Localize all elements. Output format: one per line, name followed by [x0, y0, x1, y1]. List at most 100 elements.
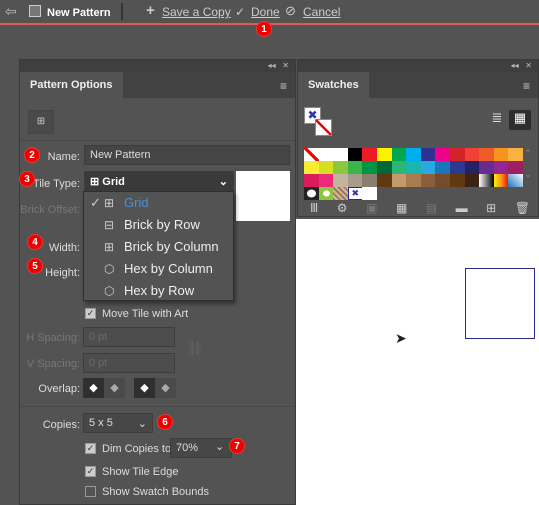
left-in-front-icon[interactable]: ◆ [83, 378, 104, 398]
swatch[interactable] [318, 187, 334, 200]
swatch[interactable] [333, 174, 349, 187]
swatch-scrollbar[interactable]: ⌃ ⌄ [522, 148, 534, 200]
swatch[interactable] [362, 161, 378, 174]
swatch[interactable] [464, 161, 480, 174]
tab-swatches[interactable]: Swatches [298, 72, 369, 98]
show-swatch-bounds-checkbox[interactable] [85, 486, 96, 497]
swatch[interactable] [420, 161, 436, 174]
link-spacing-icon[interactable]: ⛓ [186, 340, 204, 357]
swatch[interactable] [435, 148, 451, 161]
libraries-icon[interactable]: Ⅲ [310, 201, 318, 215]
back-arrow-icon[interactable]: ⇦ [5, 3, 17, 20]
swatch[interactable] [450, 161, 465, 174]
swatch[interactable] [479, 161, 495, 174]
swatch[interactable] [479, 174, 495, 187]
new-swatch-icon[interactable]: ⊞ [486, 201, 496, 215]
artboard[interactable] [296, 219, 539, 505]
panel-menu-icon[interactable]: ≡ [280, 79, 287, 93]
stroke-swatch[interactable] [315, 119, 332, 136]
swatch[interactable] [304, 174, 319, 187]
save-copy-button[interactable]: Save a Copy [162, 5, 231, 19]
swatch[interactable]: ✖ [347, 187, 363, 200]
collapse-icon[interactable]: ◂◂ [268, 61, 276, 70]
tile-type-select[interactable]: ⊞ Grid ⌄ [84, 171, 234, 191]
cancel-icon: ⊘ [285, 3, 296, 18]
swatch[interactable] [435, 174, 451, 187]
swatch[interactable] [304, 148, 319, 161]
move-tile-checkbox[interactable]: ✓ [85, 308, 96, 319]
option-label: Hex by Column [124, 261, 213, 276]
swatch[interactable] [304, 187, 319, 200]
v-spacing-input[interactable]: 0 pt [83, 353, 175, 373]
swatch[interactable] [304, 161, 319, 174]
swatch[interactable] [318, 161, 334, 174]
swatch[interactable] [420, 148, 436, 161]
collapse-icon[interactable]: ◂◂ [511, 61, 519, 70]
done-button[interactable]: Done [251, 5, 280, 19]
swatch[interactable] [406, 174, 422, 187]
close-icon[interactable]: ✕ [282, 61, 289, 70]
right-in-front-icon[interactable]: ◆ [104, 378, 125, 398]
swatch[interactable] [493, 161, 509, 174]
bottom-in-front-icon[interactable]: ◆ [155, 378, 176, 398]
swatch[interactable] [464, 174, 480, 187]
swatch[interactable] [318, 174, 334, 187]
swatch[interactable] [347, 161, 363, 174]
close-icon[interactable]: ✕ [525, 61, 532, 70]
h-spacing-input[interactable]: 0 pt [83, 327, 175, 347]
v-spacing-label: V Spacing: [26, 358, 80, 370]
swatch[interactable] [420, 174, 436, 187]
swatch-options-dim-icon[interactable]: ▤ [426, 201, 437, 215]
dim-chevron-down-icon[interactable]: ⌄ [215, 440, 224, 453]
cancel-button[interactable]: Cancel [303, 5, 340, 19]
swatch[interactable] [377, 174, 392, 187]
name-input[interactable]: New Pattern [84, 145, 290, 165]
swatch[interactable] [377, 161, 392, 174]
swatch[interactable] [333, 161, 349, 174]
tab-pattern-options[interactable]: Pattern Options [20, 72, 123, 98]
dim-copies-checkbox[interactable]: ✓ [85, 443, 96, 454]
panel-menu-icon[interactable]: ≡ [523, 79, 530, 93]
swatch[interactable] [347, 174, 363, 187]
pattern-tile-tool-icon[interactable]: ⊞ [28, 110, 54, 134]
swatch[interactable] [347, 148, 363, 161]
show-tile-edge-checkbox[interactable]: ✓ [85, 466, 96, 477]
swatch[interactable] [391, 161, 407, 174]
swatch[interactable] [493, 148, 509, 161]
new-group-icon[interactable]: ▦ [396, 201, 407, 215]
swatch[interactable] [333, 148, 349, 161]
swatch[interactable] [318, 148, 334, 161]
list-view-icon[interactable]: ≣ [488, 110, 506, 128]
tile-type-option-brick-column[interactable]: ⊞ Brick by Column [84, 236, 233, 258]
swatch[interactable] [493, 174, 509, 187]
swatch[interactable] [362, 187, 378, 200]
panel-header: ◂◂ ✕ [298, 60, 538, 72]
tile-type-option-grid[interactable]: ✓ ⊞ Grid [84, 192, 233, 214]
swatch[interactable] [450, 174, 465, 187]
swatch[interactable] [333, 187, 349, 200]
swatch[interactable] [479, 148, 495, 161]
swatch[interactable] [464, 148, 480, 161]
tile-type-option-hex-column[interactable]: ⬡ Hex by Column [84, 258, 233, 280]
show-kinds-icon[interactable]: ⚙ [337, 201, 348, 215]
swatch[interactable] [406, 148, 422, 161]
swatch[interactable] [450, 148, 465, 161]
copies-select[interactable]: 5 x 5 ⌄ [83, 413, 153, 433]
trash-icon[interactable]: 🗑 [515, 201, 530, 215]
overlap-label: Overlap: [38, 383, 80, 395]
option-label: Brick by Row [124, 217, 200, 232]
swatch-options-icon[interactable]: ▣ [366, 201, 377, 215]
swatch[interactable] [377, 148, 392, 161]
folder-icon[interactable]: ▬ [456, 201, 468, 215]
swatch[interactable] [391, 174, 407, 187]
swatch[interactable] [435, 161, 451, 174]
thumbnail-view-icon[interactable]: ▦ [509, 110, 531, 130]
swatch[interactable] [362, 174, 378, 187]
top-in-front-icon[interactable]: ◆ [134, 378, 155, 398]
tile-type-option-brick-row[interactable]: ⊟ Brick by Row [84, 214, 233, 236]
swatch[interactable] [406, 161, 422, 174]
callout-badge: 5 [27, 258, 43, 274]
swatch[interactable] [362, 148, 378, 161]
swatch[interactable] [391, 148, 407, 161]
tile-type-option-hex-row[interactable]: ⬡ Hex by Row [84, 280, 233, 302]
